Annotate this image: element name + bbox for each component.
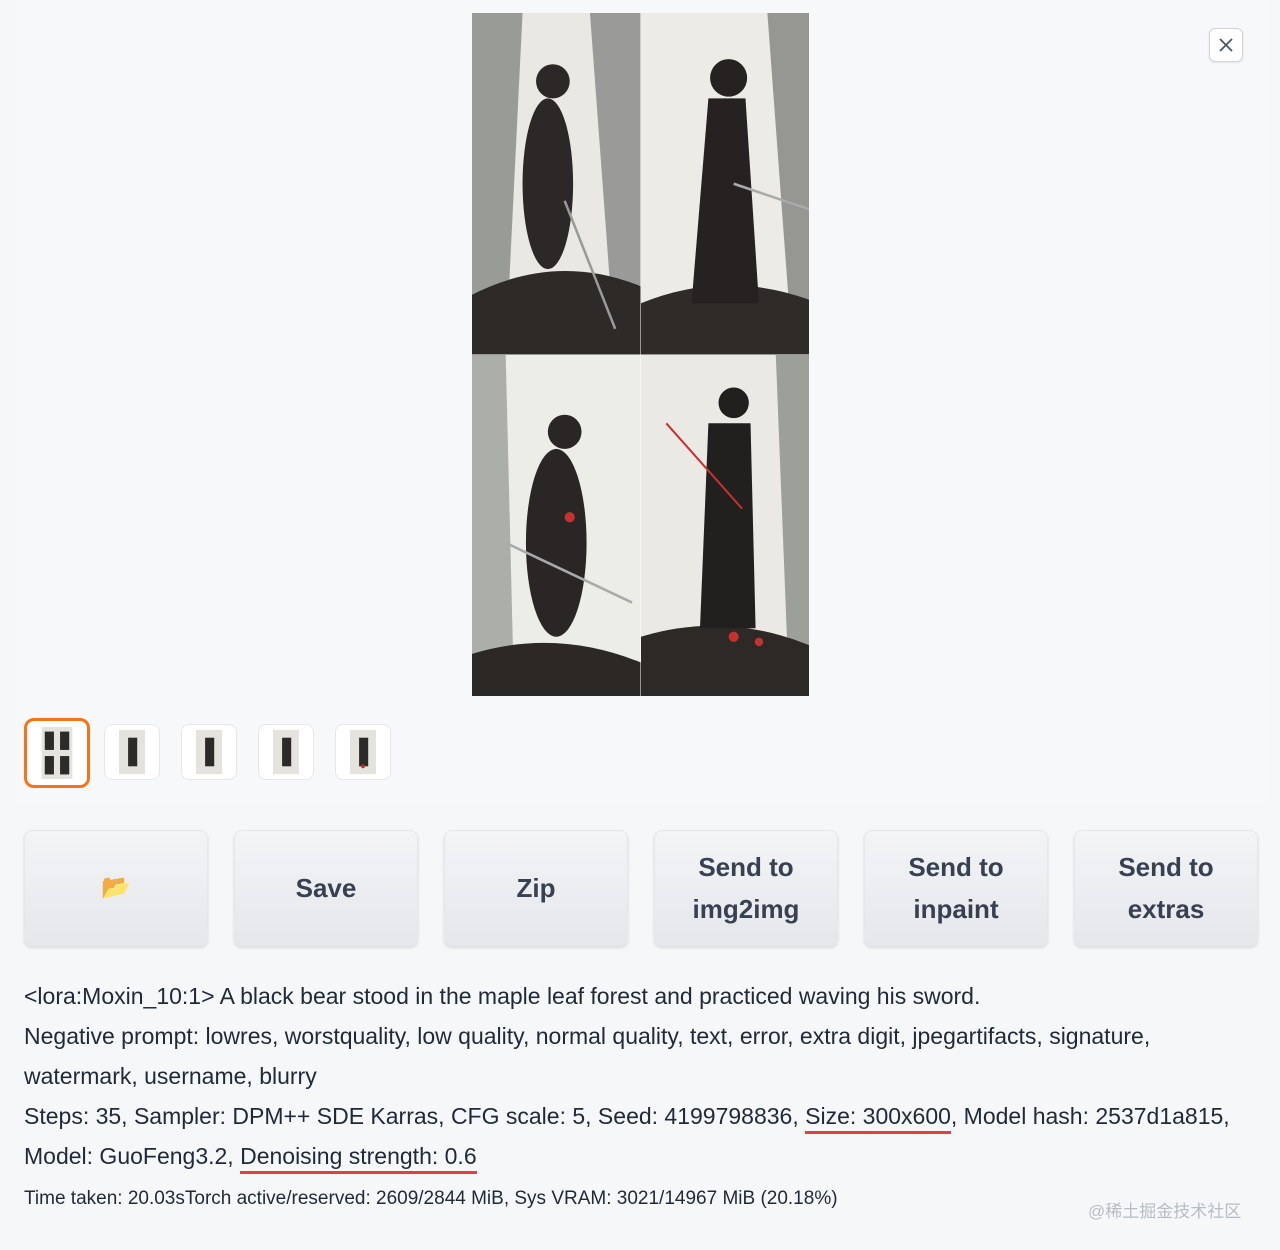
image-panel-3 — [472, 354, 641, 696]
thumbnail-4[interactable] — [335, 724, 391, 780]
zip-button-label: Zip — [516, 873, 556, 903]
close-button[interactable] — [1209, 28, 1243, 62]
image-panel-2 — [640, 13, 809, 355]
thumbnail-1[interactable] — [104, 724, 160, 780]
image-panel-1 — [472, 13, 641, 355]
zip-button[interactable]: Zip — [444, 830, 628, 946]
send-to-inpaint-label: Send to inpaint — [908, 852, 1004, 924]
save-button-label: Save — [295, 873, 357, 903]
folder-icon: 📂 — [101, 874, 131, 901]
send-to-extras-label: Send to extras — [1118, 852, 1214, 924]
denoising-param: Denoising strength: 0.6 — [240, 1143, 477, 1174]
send-to-inpaint-button[interactable]: Send to inpaint — [864, 830, 1048, 946]
watermark: @稀土掘金技术社区 — [1088, 1202, 1242, 1221]
params-part-1: Steps: 35, Sampler: DPM++ SDE Karras, CF… — [24, 1103, 806, 1129]
image-gallery — [10, 0, 1268, 802]
negative-prompt-text: Negative prompt: lowres, worstquality, l… — [24, 1023, 1151, 1089]
generation-params: Steps: 35, Sampler: DPM++ SDE Karras, CF… — [24, 1096, 1254, 1176]
save-button[interactable]: Save — [234, 830, 418, 946]
time-taken-text: Time taken: 20.03sTorch active/reserved:… — [24, 1188, 838, 1209]
thumbnail-3[interactable] — [258, 724, 314, 780]
generation-info: <lora:Moxin_10:1> A black bear stood in … — [24, 976, 1254, 1176]
thumbnail-grid[interactable] — [24, 718, 90, 788]
open-folder-button[interactable]: 📂 — [24, 830, 208, 946]
send-to-extras-button[interactable]: Send to extras — [1074, 830, 1258, 946]
image-panel-4 — [640, 354, 809, 696]
thumbnail-2[interactable] — [181, 724, 237, 780]
prompt-text: <lora:Moxin_10:1> A black bear stood in … — [24, 983, 981, 1009]
generated-image-grid[interactable] — [472, 13, 809, 696]
send-to-img2img-label: Send to img2img — [692, 852, 800, 924]
close-icon — [1219, 38, 1233, 52]
size-param: Size: 300x600 — [805, 1103, 951, 1134]
send-to-img2img-button[interactable]: Send to img2img — [654, 830, 838, 946]
